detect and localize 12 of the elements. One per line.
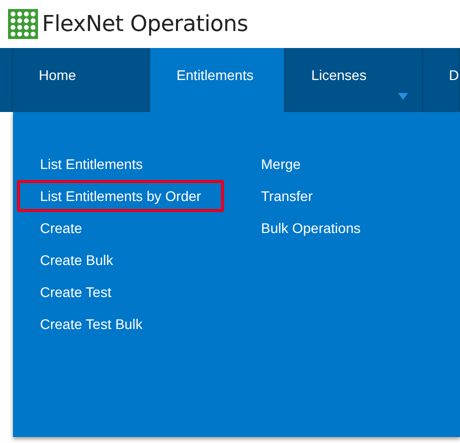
nav-tab[interactable]: Entitlements (150, 48, 286, 112)
menu-link[interactable]: List Entitlements (17, 148, 166, 180)
menu-link[interactable]: Create Test Bulk (17, 308, 166, 340)
logo-text: FlexNet Operations (42, 10, 248, 38)
menu-link[interactable]: Transfer (238, 180, 336, 212)
menu-link[interactable]: Create Test (17, 276, 134, 308)
menu-link[interactable]: List Entitlements by Order (17, 180, 224, 212)
menu-link[interactable]: Bulk Operations (238, 212, 384, 244)
menu-link[interactable]: Create (17, 212, 106, 244)
logo-icon (8, 9, 38, 39)
menu-link[interactable]: Create Bulk (17, 244, 136, 276)
menu-link[interactable]: Merge (238, 148, 324, 180)
